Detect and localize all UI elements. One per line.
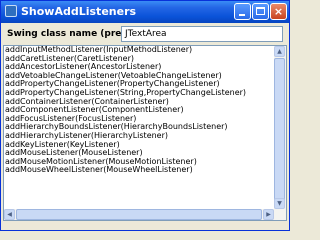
right-arrow-icon: ▶ [266,211,271,218]
scroll-down-button[interactable]: ▼ [274,198,285,209]
maximize-icon [256,7,265,15]
listener-row: addMouseWheelListener(MouseWheelListener… [5,165,193,175]
horizontal-scrollbar[interactable]: ◀ ▶ [4,209,274,220]
scroll-up-button[interactable]: ▲ [274,46,285,57]
scroll-right-button[interactable]: ▶ [263,209,274,220]
title-bar[interactable]: ShowAddListeners × [1,1,289,23]
minimize-button[interactable] [234,3,251,20]
left-arrow-icon: ◀ [7,211,12,218]
vertical-scrollbar[interactable]: ▲ ▼ [274,46,286,220]
window-title: ShowAddListeners [21,5,137,18]
scroll-left-button[interactable]: ◀ [4,209,15,220]
main-window: ShowAddListeners × Swing class name (pre… [0,0,290,231]
up-arrow-icon: ▲ [277,48,282,55]
down-arrow-icon: ▼ [277,200,282,207]
vertical-scroll-thumb[interactable] [274,58,285,206]
minimize-icon [239,14,245,16]
java-app-icon [5,5,17,17]
horizontal-scroll-thumb[interactable] [16,209,262,220]
listener-list-pane[interactable]: addInputMethodListener(InputMethodListen… [3,45,287,221]
listener-list: addInputMethodListener(InputMethodListen… [5,46,273,211]
close-button[interactable]: × [270,3,287,20]
maximize-button[interactable] [252,3,269,20]
class-name-input[interactable]: JTextArea [121,26,283,42]
